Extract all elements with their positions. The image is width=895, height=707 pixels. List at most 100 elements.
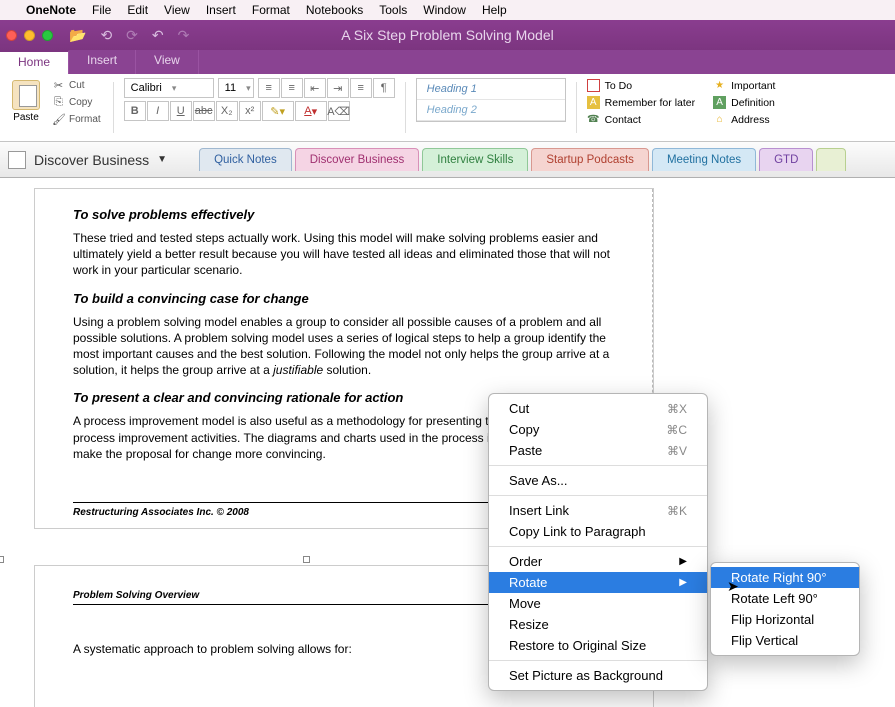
menu-set-bg[interactable]: Set Picture as Background bbox=[489, 665, 707, 686]
clear-format-button[interactable]: A⌫ bbox=[328, 101, 350, 121]
tab-home[interactable]: Home bbox=[0, 50, 69, 74]
letter-a-icon: A bbox=[587, 96, 600, 109]
tag-definition[interactable]: ADefinition bbox=[713, 95, 775, 110]
selection-handle[interactable] bbox=[0, 556, 4, 563]
menu-rotate-right[interactable]: Rotate Right 90° bbox=[711, 567, 859, 588]
chevron-right-icon: ▶ bbox=[679, 577, 687, 588]
minimize-button[interactable] bbox=[24, 30, 35, 41]
window-titlebar: 📂 ⟲ ⟳ ↶ ↷ A Six Step Problem Solving Mod… bbox=[0, 20, 895, 50]
menu-format[interactable]: Format bbox=[252, 3, 290, 17]
menu-flip-horizontal[interactable]: Flip Horizontal bbox=[711, 609, 859, 630]
ribbon: Paste ✂Cut ⎘Copy 🖌Format Calibri 11 ≡ ≡ … bbox=[0, 74, 895, 142]
menu-flip-vertical[interactable]: Flip Vertical bbox=[711, 630, 859, 651]
italic-button[interactable]: I bbox=[147, 101, 169, 121]
redo-icon[interactable]: ↷ bbox=[178, 27, 190, 44]
close-button[interactable] bbox=[6, 30, 17, 41]
section-gtd[interactable]: GTD bbox=[759, 148, 813, 171]
app-name: OneNote bbox=[26, 3, 76, 17]
section-startup-podcasts[interactable]: Startup Podcasts bbox=[531, 148, 649, 171]
section-interview-skills[interactable]: Interview Skills bbox=[422, 148, 528, 171]
tag-contact[interactable]: ☎Contact bbox=[587, 112, 695, 127]
copy-icon: ⎘ bbox=[52, 96, 65, 109]
doc-heading-2: To build a convincing case for change bbox=[73, 291, 615, 306]
menu-resize[interactable]: Resize bbox=[489, 614, 707, 635]
letter-a-icon: A bbox=[713, 96, 726, 109]
font-size-combo[interactable]: 11 bbox=[218, 78, 254, 98]
undo-icon[interactable]: ↶ bbox=[152, 27, 164, 44]
style-heading2[interactable]: Heading 2 bbox=[417, 100, 565, 121]
menu-notebooks[interactable]: Notebooks bbox=[306, 3, 363, 17]
section-tabs: Quick Notes Discover Business Interview … bbox=[199, 148, 846, 171]
open-icon[interactable]: 📂 bbox=[69, 27, 86, 44]
document-title: A Six Step Problem Solving Model bbox=[341, 27, 553, 43]
menu-rotate-left[interactable]: Rotate Left 90° bbox=[711, 588, 859, 609]
section-discover-business[interactable]: Discover Business bbox=[295, 148, 420, 171]
menu-copy-link[interactable]: Copy Link to Paragraph bbox=[489, 521, 707, 542]
tab-view[interactable]: View bbox=[136, 50, 199, 74]
phone-icon: ☎ bbox=[587, 113, 600, 126]
macos-menubar[interactable]: OneNote File Edit View Insert Format Not… bbox=[0, 0, 895, 20]
menu-rotate[interactable]: Rotate▶ bbox=[489, 572, 707, 593]
subscript-button[interactable]: X₂ bbox=[216, 101, 238, 121]
menu-order[interactable]: Order▶ bbox=[489, 551, 707, 572]
section-quick-notes[interactable]: Quick Notes bbox=[199, 148, 292, 171]
menu-move[interactable]: Move bbox=[489, 593, 707, 614]
notebook-bar: Discover Business ▼ Quick Notes Discover… bbox=[0, 142, 895, 178]
sync-icon[interactable]: ⟳ bbox=[126, 27, 138, 44]
highlight-button[interactable]: ✎▾ bbox=[262, 101, 294, 121]
dropdown-icon: ▼ bbox=[157, 154, 167, 165]
checkbox-icon bbox=[587, 79, 600, 92]
chevron-right-icon: ▶ bbox=[679, 556, 687, 567]
selection-handle[interactable] bbox=[303, 556, 310, 563]
menu-restore-size[interactable]: Restore to Original Size bbox=[489, 635, 707, 656]
window-controls bbox=[6, 30, 53, 41]
font-name-combo[interactable]: Calibri bbox=[124, 78, 214, 98]
section-meeting-notes[interactable]: Meeting Notes bbox=[652, 148, 756, 171]
star-icon: ★ bbox=[713, 79, 726, 92]
clipboard-icon bbox=[12, 80, 40, 110]
maximize-button[interactable] bbox=[42, 30, 53, 41]
indent-button[interactable]: ⇥ bbox=[327, 78, 349, 98]
superscript-button[interactable]: x² bbox=[239, 101, 261, 121]
numbering-button[interactable]: ≡ bbox=[281, 78, 303, 98]
style-heading1[interactable]: Heading 1 bbox=[417, 79, 565, 100]
paragraph-button[interactable]: ¶ bbox=[373, 78, 395, 98]
tab-insert[interactable]: Insert bbox=[69, 50, 136, 74]
align-button[interactable]: ≡ bbox=[350, 78, 372, 98]
ribbon-tabs: Home Insert View bbox=[0, 50, 895, 74]
menu-window[interactable]: Window bbox=[423, 3, 466, 17]
outdent-button[interactable]: ⇤ bbox=[304, 78, 326, 98]
menu-file[interactable]: File bbox=[92, 3, 111, 17]
house-icon: ⌂ bbox=[713, 113, 726, 126]
menu-cut[interactable]: Cut⌘X bbox=[489, 398, 707, 419]
menu-copy[interactable]: Copy⌘C bbox=[489, 419, 707, 440]
font-color-button[interactable]: A▾ bbox=[295, 101, 327, 121]
underline-button[interactable]: U bbox=[170, 101, 192, 121]
menu-edit[interactable]: Edit bbox=[127, 3, 148, 17]
tag-address[interactable]: ⌂Address bbox=[713, 112, 775, 127]
tag-important[interactable]: ★Important bbox=[713, 78, 775, 93]
menu-view[interactable]: View bbox=[164, 3, 190, 17]
quick-access-toolbar: 📂 ⟲ ⟳ ↶ ↷ bbox=[69, 27, 189, 44]
bold-button[interactable]: B bbox=[124, 101, 146, 121]
styles-gallery[interactable]: Heading 1 Heading 2 bbox=[416, 78, 566, 122]
copy-button[interactable]: ⎘Copy bbox=[50, 95, 103, 110]
strike-button[interactable]: abc bbox=[193, 101, 215, 121]
tag-remember[interactable]: ARemember for later bbox=[587, 95, 695, 110]
bullets-button[interactable]: ≡ bbox=[258, 78, 280, 98]
menu-help[interactable]: Help bbox=[482, 3, 507, 17]
menu-paste[interactable]: Paste⌘V bbox=[489, 440, 707, 461]
tag-todo[interactable]: To Do bbox=[587, 78, 695, 93]
back-icon[interactable]: ⟲ bbox=[100, 27, 112, 44]
format-painter-button[interactable]: 🖌Format bbox=[50, 112, 103, 127]
tags-gallery: To Do ARemember for later ☎Contact ★Impo… bbox=[587, 78, 776, 134]
scissors-icon: ✂ bbox=[52, 79, 65, 92]
menu-insert-link[interactable]: Insert Link⌘K bbox=[489, 500, 707, 521]
cut-button[interactable]: ✂Cut bbox=[50, 78, 103, 93]
menu-insert[interactable]: Insert bbox=[206, 3, 236, 17]
section-more[interactable] bbox=[816, 148, 846, 171]
notebook-picker[interactable]: Discover Business ▼ bbox=[8, 151, 167, 169]
menu-save-as[interactable]: Save As... bbox=[489, 470, 707, 491]
menu-tools[interactable]: Tools bbox=[379, 3, 407, 17]
paste-button[interactable]: Paste bbox=[6, 78, 46, 125]
